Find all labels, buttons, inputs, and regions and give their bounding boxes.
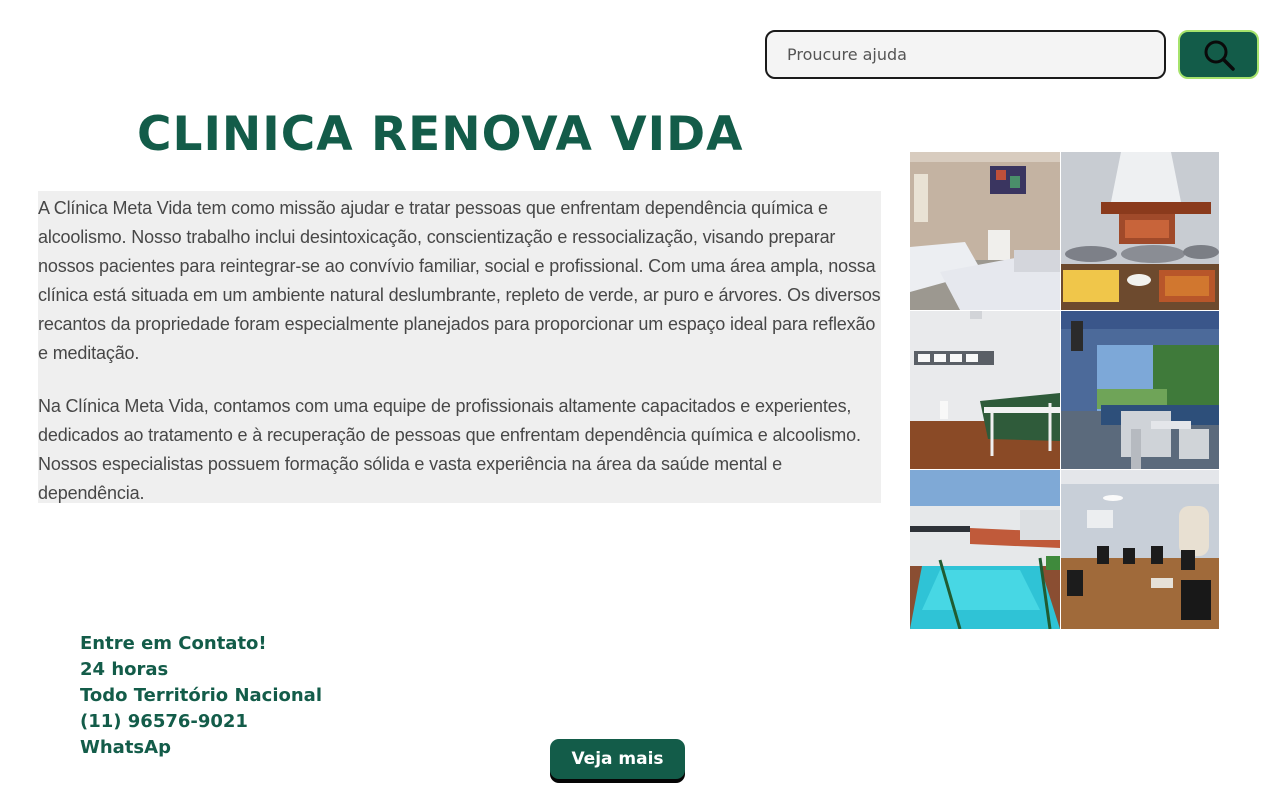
photo-bedroom — [910, 152, 1060, 310]
photo-pool — [910, 470, 1060, 629]
veja-mais-button[interactable]: Veja mais — [550, 739, 685, 779]
search-input[interactable] — [765, 30, 1166, 79]
photo-meeting-room — [1061, 470, 1219, 629]
contact-phone: (11) 96576-9021 — [80, 711, 248, 732]
search-button[interactable] — [1178, 30, 1259, 79]
contact-info: Entre em Contato! 24 horas Todo Territór… — [80, 631, 322, 761]
contact-heading: Entre em Contato! — [80, 633, 267, 654]
about-panel: A Clínica Meta Vida tem como missão ajud… — [38, 191, 881, 503]
photo-gallery — [910, 152, 1219, 629]
contact-coverage: Todo Território Nacional — [80, 685, 322, 706]
page-title: CLINICA RENOVA VIDA — [137, 107, 744, 162]
photo-kitchen — [1061, 152, 1219, 310]
search-icon — [1204, 40, 1235, 71]
about-paragraph-team: Na Clínica Meta Vida, contamos com uma e… — [38, 396, 861, 503]
about-paragraph-mission: A Clínica Meta Vida tem como missão ajud… — [38, 198, 881, 363]
contact-hours: 24 horas — [80, 659, 169, 680]
contact-whatsapp: WhatsAp — [80, 737, 171, 758]
photo-veranda — [1061, 311, 1219, 469]
photo-dormitory — [910, 311, 1060, 469]
